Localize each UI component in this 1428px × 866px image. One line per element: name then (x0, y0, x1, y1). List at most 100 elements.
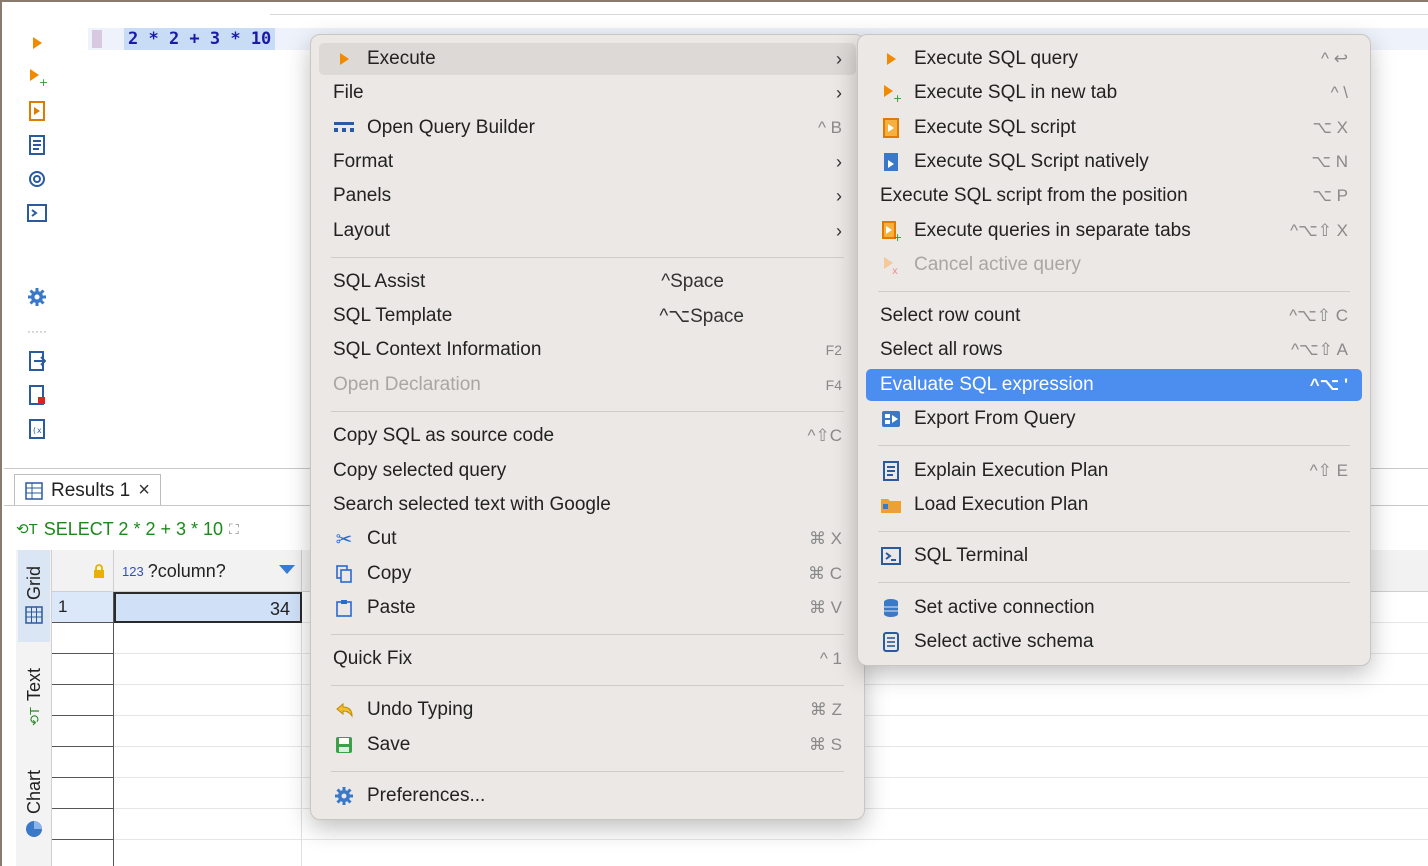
menu-item-file[interactable]: File › (319, 77, 856, 109)
menu-item-execute-from-position[interactable]: Execute SQL script from the position ⌥ P (866, 180, 1362, 212)
folder-icon (880, 494, 902, 516)
native-script-icon (880, 151, 902, 173)
tab-grid-label: Grid (23, 566, 44, 601)
editor-border (270, 14, 1428, 15)
chevron-right-icon: › (836, 48, 842, 69)
menu-separator (878, 445, 1350, 446)
menu-item-execute-separate-tabs[interactable]: + Execute queries in separate tabs ^⌥⇧ X (866, 215, 1362, 247)
database-icon (880, 597, 902, 619)
svg-text:+: + (39, 76, 47, 87)
export-table-icon (880, 408, 902, 430)
lock-icon (52, 550, 114, 592)
menu-item-undo-typing[interactable]: Undo Typing ⌘ Z (319, 694, 856, 726)
variables-icon[interactable]: (x) (26, 418, 48, 440)
expand-icon[interactable]: ⛶ (229, 521, 239, 538)
column-name: ?column? (147, 560, 226, 581)
menu-item-preferences[interactable]: Preferences... (319, 780, 856, 812)
sql-code[interactable]: 2 * 2 + 3 * 10 (124, 28, 276, 50)
execute-icon (333, 48, 355, 70)
menu-item-search-google[interactable]: Search selected text with Google (319, 489, 856, 521)
text-icon: ⟲T (26, 707, 42, 726)
chevron-right-icon: › (836, 220, 842, 241)
menu-separator (878, 531, 1350, 532)
menu-item-select-row-count[interactable]: Select row count ^⌥⇧ C (866, 300, 1362, 332)
svg-text:(x): (x) (32, 426, 46, 435)
menu-item-layout[interactable]: Layout › (319, 215, 856, 247)
close-icon[interactable]: × (138, 479, 150, 502)
menu-item-quick-fix[interactable]: Quick Fix ^ 1 (319, 643, 856, 675)
menu-item-sql-context-information[interactable]: SQL Context Information F2 (319, 334, 856, 366)
menu-item-cut[interactable]: ✂ Cut ⌘ X (319, 523, 856, 555)
terminal-icon[interactable] (26, 202, 48, 224)
execute-script-icon[interactable] (26, 100, 48, 122)
menu-item-copy-selected-query[interactable]: Copy selected query (319, 455, 856, 487)
menu-separator (331, 411, 844, 412)
menu-item-sql-terminal[interactable]: SQL Terminal (866, 540, 1362, 572)
menu-item-execute-sql-query[interactable]: Execute SQL query ^ ↩ (866, 43, 1362, 75)
menu-item-select-active-schema[interactable]: Select active schema (866, 626, 1362, 658)
menu-item-execute[interactable]: Execute › (319, 43, 856, 75)
ai-assist-icon[interactable] (26, 168, 48, 190)
tab-grid[interactable]: Grid (18, 550, 50, 642)
menu-separator (878, 582, 1350, 583)
execute-icon[interactable] (26, 32, 48, 54)
chevron-right-icon: › (836, 82, 842, 103)
app-window: + ····· (x) 2 * 2 + 3 * 10 Results 1 × ⟲… (0, 0, 1428, 866)
query-filter[interactable]: ⟲T SELECT 2 * 2 + 3 * 10 ⛶ (16, 514, 239, 544)
menu-item-sql-template[interactable]: SQL Template ^⌥Space (319, 300, 856, 332)
execute-new-tab-icon[interactable]: + (26, 66, 48, 88)
line-marker (92, 30, 102, 48)
menu-item-load-execution-plan[interactable]: Load Execution Plan (866, 489, 1362, 521)
menu-item-execute-sql-new-tab[interactable]: + Execute SQL in new tab ^ \ (866, 77, 1362, 109)
menu-item-format[interactable]: Format › (319, 146, 856, 178)
menu-item-panels[interactable]: Panels › (319, 180, 856, 212)
menu-item-execute-sql-script[interactable]: Execute SQL script ⌥ X (866, 112, 1362, 144)
explain-plan-icon[interactable] (26, 134, 48, 156)
tab-chart-label: Chart (23, 770, 44, 815)
settings-icon[interactable] (26, 286, 48, 308)
svg-text:+: + (893, 92, 901, 103)
tab-label: Results 1 (51, 479, 131, 501)
text-filter-icon: ⟲T (16, 521, 38, 538)
menu-separator (331, 771, 844, 772)
menu-item-paste[interactable]: Paste ⌘ V (319, 592, 856, 624)
menu-item-open-declaration[interactable]: Open Declaration F4 (319, 369, 856, 401)
menu-item-copy[interactable]: Copy ⌘ C (319, 558, 856, 590)
menu-item-execute-sql-script-natively[interactable]: Execute SQL Script natively ⌥ N (866, 146, 1362, 178)
menu-item-sql-assist[interactable]: SQL Assist ^Space (319, 266, 856, 298)
save-icon (333, 734, 355, 756)
menu-item-set-active-connection[interactable]: Set active connection (866, 592, 1362, 624)
menu-item-export-from-query[interactable]: Export From Query (866, 403, 1362, 435)
export-icon[interactable] (26, 350, 48, 372)
menu-item-open-query-builder[interactable]: Open Query Builder ^ B (319, 112, 856, 144)
column-header[interactable]: 123 ?column? (114, 550, 302, 592)
tab-chart[interactable]: Chart (18, 764, 50, 864)
context-menu: Execute › File › Open Query Builder ^ B … (310, 34, 865, 820)
table-cell[interactable]: 34 (114, 592, 302, 623)
menu-separator (878, 291, 1350, 292)
menu-item-evaluate-sql-expression[interactable]: Evaluate SQL expression ^⌥ ' (866, 369, 1362, 401)
grid-icon (25, 606, 43, 624)
menu-item-cancel-active-query[interactable]: x Cancel active query (866, 249, 1362, 281)
svg-text:+: + (893, 231, 901, 241)
cancel-icon: x (880, 254, 902, 276)
view-switcher: Grid Text ⟲T Chart (16, 550, 52, 866)
tab-text[interactable]: Text ⟲T (18, 662, 50, 754)
tab-text-label: Text (23, 668, 44, 702)
menu-item-save[interactable]: Save ⌘ S (319, 729, 856, 761)
execute-script-icon (880, 117, 902, 139)
tab-results-1[interactable]: Results 1 × (14, 474, 161, 506)
execute-tabs-icon: + (880, 220, 902, 242)
menu-separator (331, 685, 844, 686)
new-file-icon[interactable] (26, 384, 48, 406)
sort-icon[interactable] (279, 565, 295, 574)
menu-item-explain-execution-plan[interactable]: Explain Execution Plan ^⇧ E (866, 455, 1362, 487)
toolbar-separator: ····· (27, 324, 47, 338)
schema-icon (880, 631, 902, 653)
menu-item-copy-sql-as-source-code[interactable]: Copy SQL as source code ^⇧C (319, 420, 856, 452)
query-builder-icon (333, 117, 355, 139)
execute-new-tab-icon: + (880, 82, 902, 104)
menu-item-select-all-rows[interactable]: Select all rows ^⌥⇧ A (866, 334, 1362, 366)
chevron-right-icon: › (836, 185, 842, 206)
execute-icon (880, 48, 902, 70)
